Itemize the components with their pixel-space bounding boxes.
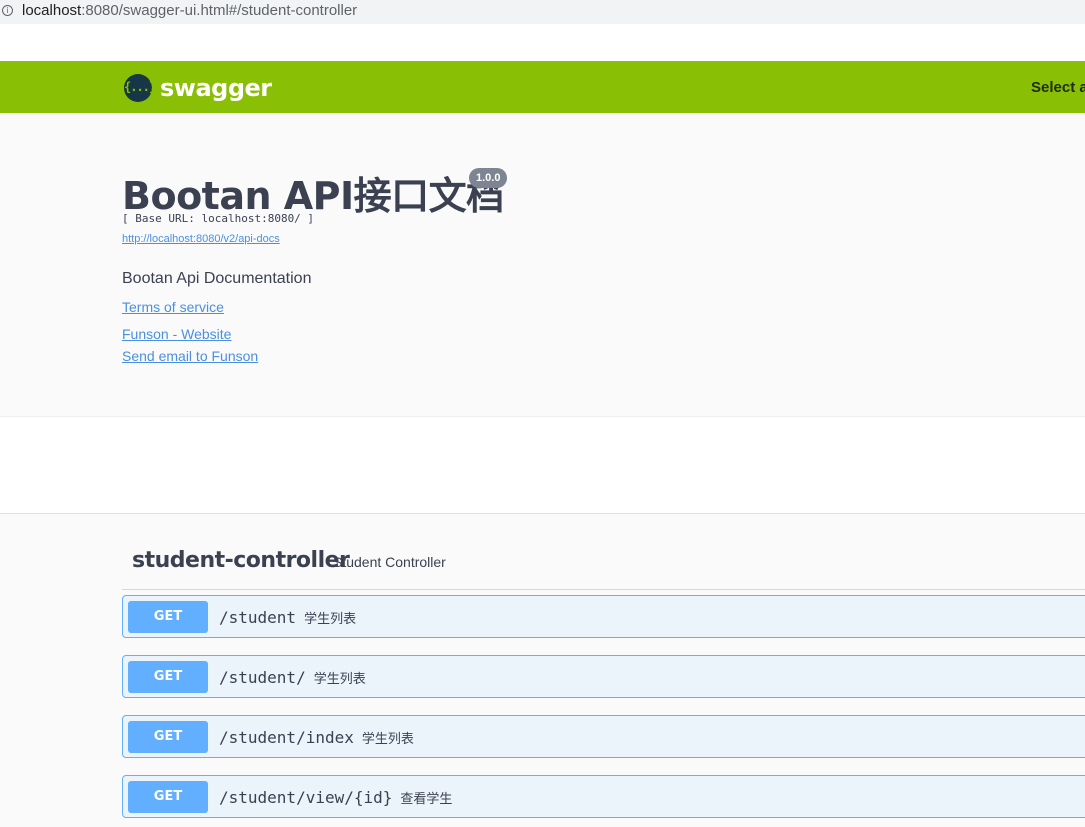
operation-path: /student/	[219, 668, 306, 687]
api-docs-link[interactable]: http://localhost:8080/v2/api-docs	[122, 233, 280, 245]
method-badge: GET	[128, 781, 208, 813]
method-badge: GET	[128, 661, 208, 693]
website-link[interactable]: Funson - Website	[122, 326, 231, 342]
operation-get-student-slash[interactable]: GET /student/学生列表	[122, 655, 1085, 698]
operation-summary: 查看学生	[400, 792, 453, 807]
method-badge: GET	[128, 721, 208, 753]
url-field[interactable]: localhost:8080/swagger-ui.html#/student-…	[22, 2, 357, 19]
tag-description: Student Controller	[333, 554, 446, 570]
api-info-section	[0, 113, 1085, 417]
operation-path: /student	[219, 608, 297, 627]
operation-summary: 学生列表	[361, 732, 414, 747]
select-definition-label: Select a	[1031, 79, 1085, 96]
operation-summary: 学生列表	[313, 672, 366, 687]
base-url: [ Base URL: localhost:8080/ ]	[122, 212, 315, 225]
email-link[interactable]: Send email to Funson	[122, 348, 258, 364]
url-path: :8080/swagger-ui.html#/student-controlle…	[81, 2, 358, 19]
operation-path: /student/view/{id}	[219, 788, 393, 807]
version-badge: 1.0.0	[469, 168, 508, 188]
url-host: localhost	[22, 2, 82, 19]
info-icon[interactable]: i	[2, 5, 13, 16]
operation-get-student-view[interactable]: GET /student/view/{id} 查看学生	[122, 775, 1085, 818]
browser-address-bar: i localhost:8080/swagger-ui.html#/studen…	[0, 0, 1085, 24]
operation-path: /student/index	[219, 728, 354, 747]
operation-get-student[interactable]: GET /student 学生列表	[122, 595, 1085, 638]
swagger-logo-text[interactable]: swagger	[160, 74, 272, 102]
swagger-logo-icon[interactable]: {...}	[124, 74, 156, 102]
operation-summary: 学生列表	[304, 612, 357, 627]
api-description: Bootan Api Documentation	[122, 270, 312, 287]
method-badge: GET	[128, 601, 208, 633]
operation-get-student-index[interactable]: GET /student/index 学生列表	[122, 715, 1085, 758]
terms-of-service-link[interactable]: Terms of service	[122, 299, 224, 315]
tag-name[interactable]: student-controller	[132, 548, 350, 573]
